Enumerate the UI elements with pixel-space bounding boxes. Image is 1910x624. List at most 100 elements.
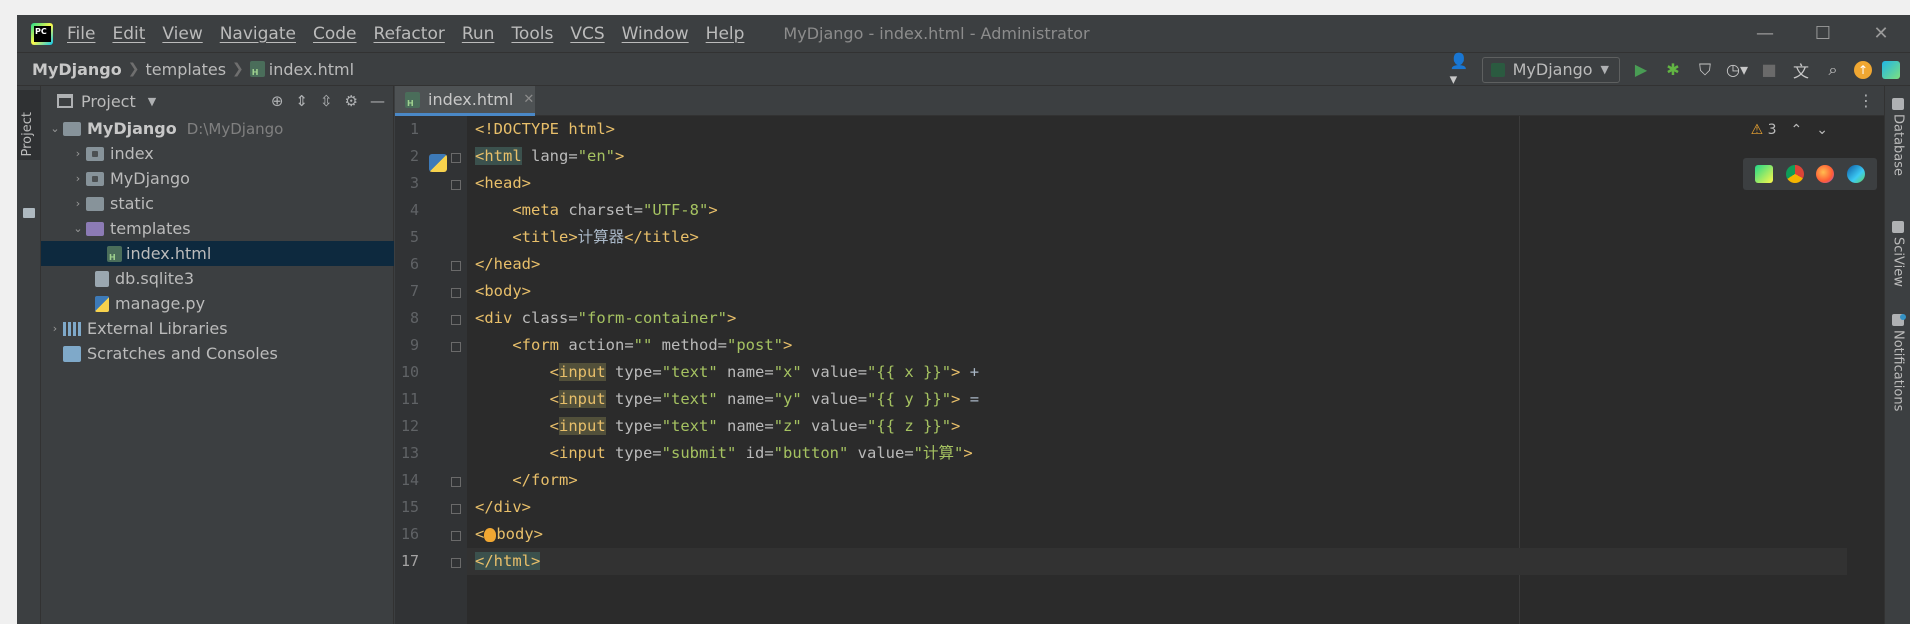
code-line-1[interactable]: <!DOCTYPE html> xyxy=(467,116,1847,143)
previous-highlight-icon[interactable]: ⌃ xyxy=(1791,122,1803,138)
code-line-9[interactable]: <form action="" method="post"> xyxy=(467,332,1847,359)
code-line-13[interactable]: <input type="submit" id="button" value="… xyxy=(467,440,1847,467)
chevron-right-icon[interactable]: › xyxy=(70,197,86,210)
tree-item-mydjango[interactable]: › MyDjango xyxy=(41,166,394,191)
fold-marker-icon[interactable] xyxy=(451,153,461,163)
tree-item-static[interactable]: › static xyxy=(41,191,394,216)
translate-icon[interactable]: 文 xyxy=(1790,59,1812,81)
tree-item-label: External Libraries xyxy=(87,319,228,338)
chrome-icon[interactable] xyxy=(1785,165,1804,183)
fold-marker-icon[interactable] xyxy=(451,180,461,190)
locate-icon[interactable]: ⊕ xyxy=(271,92,284,110)
gear-icon[interactable]: ⚙ xyxy=(345,92,358,110)
tree-item-manage[interactable]: manage.py xyxy=(41,291,394,316)
tree-item-label: db.sqlite3 xyxy=(115,269,195,288)
user-icon[interactable]: 👤▾ xyxy=(1450,52,1472,88)
next-highlight-icon[interactable]: ⌄ xyxy=(1816,122,1828,138)
profile-icon[interactable]: ◷▾ xyxy=(1726,59,1748,81)
warning-counter[interactable]: ⚠ 3 xyxy=(1751,122,1777,138)
tree-item-db[interactable]: db.sqlite3 xyxy=(41,266,394,291)
fold-marker-icon[interactable] xyxy=(451,261,461,271)
database-tool-tab[interactable]: Database xyxy=(1885,98,1910,176)
fold-marker-icon[interactable] xyxy=(451,558,461,568)
code-line-2[interactable]: <html lang="en"> xyxy=(467,143,1847,170)
menu-refactor[interactable]: Refactor xyxy=(374,24,445,44)
fold-marker-icon[interactable] xyxy=(451,531,461,541)
fold-marker-icon[interactable] xyxy=(451,342,461,352)
hide-icon[interactable]: — xyxy=(370,92,385,110)
intention-bulb-icon[interactable] xyxy=(484,527,497,542)
collapse-all-icon[interactable]: ⇳ xyxy=(320,92,333,110)
window-title: MyDjango - index.html - Administrator xyxy=(783,24,1090,43)
code-line-15[interactable]: </div> xyxy=(467,494,1847,521)
menu-edit[interactable]: Edit xyxy=(112,24,145,44)
code-line-7[interactable]: <body> xyxy=(467,278,1847,305)
update-icon[interactable]: ↑ xyxy=(1854,60,1872,79)
chevron-down-icon[interactable]: ⌄ xyxy=(70,222,86,235)
breadcrumb-project[interactable]: MyDjango xyxy=(32,60,122,79)
tree-item-root[interactable]: ⌄ MyDjango D:\MyDjango xyxy=(41,116,394,141)
code-line-14[interactable]: </form> xyxy=(467,467,1847,494)
tree-item-index[interactable]: › index xyxy=(41,141,394,166)
fold-marker-icon[interactable] xyxy=(451,315,461,325)
code-area[interactable]: <!DOCTYPE html> <html lang="en"> <head> … xyxy=(467,116,1884,624)
code-line-4[interactable]: <meta charset="UTF-8"> xyxy=(467,197,1847,224)
coverage-icon[interactable]: ⛉ xyxy=(1694,59,1716,81)
expand-all-icon[interactable]: ⇕ xyxy=(295,92,308,110)
close-icon[interactable]: ✕ xyxy=(523,92,534,107)
breadcrumb-file[interactable]: index.html xyxy=(249,60,354,79)
tree-item-templates[interactable]: ⌄ templates xyxy=(41,216,394,241)
breadcrumb-templates[interactable]: templates xyxy=(145,60,226,79)
menu-file[interactable]: File xyxy=(67,24,95,44)
project-tool-tab[interactable]: Project xyxy=(17,90,41,160)
maximize-button[interactable]: ☐ xyxy=(1794,15,1852,52)
edge-icon[interactable] xyxy=(1846,165,1865,183)
editor-tab-index-html[interactable]: index.html ✕ xyxy=(395,86,535,116)
notifications-tool-tab[interactable]: Notifications xyxy=(1885,314,1910,411)
project-panel-tools: ⊕ ⇕ ⇳ ⚙ — xyxy=(271,86,385,116)
chevron-right-icon[interactable]: › xyxy=(70,147,86,160)
fold-marker-icon[interactable] xyxy=(451,288,461,298)
chevron-down-icon[interactable]: ⌄ xyxy=(47,122,63,135)
close-button[interactable]: ✕ xyxy=(1852,15,1910,52)
inspection-widget[interactable]: ⚠ 3 ⌃ ⌄ xyxy=(1751,122,1828,138)
code-line-17[interactable]: </html> xyxy=(467,548,1847,575)
fold-marker-icon[interactable] xyxy=(451,477,461,487)
ai-assistant-icon[interactable] xyxy=(1882,60,1900,79)
tree-item-external-libraries[interactable]: › External Libraries xyxy=(41,316,394,341)
menu-tools[interactable]: Tools xyxy=(511,24,553,44)
menu-help[interactable]: Help xyxy=(706,24,745,44)
menu-vcs[interactable]: VCS xyxy=(570,24,604,44)
project-panel-title[interactable]: Project xyxy=(81,92,136,111)
menu-run[interactable]: Run xyxy=(462,24,495,44)
tree-item-index-html[interactable]: index.html xyxy=(41,241,394,266)
firefox-icon[interactable] xyxy=(1816,165,1835,183)
menu-code[interactable]: Code xyxy=(313,24,357,44)
chevron-right-icon[interactable]: › xyxy=(70,172,86,185)
code-line-10[interactable]: <input type="text" name="x" value="{{ x … xyxy=(467,359,1847,386)
stop-icon[interactable]: ■ xyxy=(1758,59,1780,81)
chevron-down-icon[interactable]: ▼ xyxy=(148,95,156,108)
menu-view[interactable]: View xyxy=(162,24,202,44)
fold-marker-icon[interactable] xyxy=(451,504,461,514)
tree-item-scratches[interactable]: Scratches and Consoles xyxy=(41,341,394,366)
pycharm-logo-icon[interactable] xyxy=(31,22,53,45)
debug-icon[interactable]: ✱ xyxy=(1662,59,1684,81)
code-line-11[interactable]: <input type="text" name="y" value="{{ y … xyxy=(467,386,1847,413)
code-line-5[interactable]: <title>计算器</title> xyxy=(467,224,1847,251)
menu-window[interactable]: Window xyxy=(622,24,689,44)
run-configuration-select[interactable]: MyDjango ▼ xyxy=(1481,56,1620,83)
pycharm-icon[interactable] xyxy=(1755,165,1774,183)
menu-navigate[interactable]: Navigate xyxy=(220,24,296,44)
search-icon[interactable]: ⌕ xyxy=(1822,59,1844,81)
code-line-12[interactable]: <input type="text" name="z" value="{{ z … xyxy=(467,413,1847,440)
more-vertical-icon[interactable]: ⋮ xyxy=(1858,91,1874,110)
code-line-16[interactable]: < body> xyxy=(467,521,1847,548)
chevron-right-icon[interactable]: › xyxy=(47,322,63,335)
run-icon[interactable]: ▶ xyxy=(1630,59,1652,81)
minimize-button[interactable]: — xyxy=(1736,15,1794,52)
code-line-8[interactable]: <div class="form-container"> xyxy=(467,305,1847,332)
code-line-6[interactable]: </head> xyxy=(467,251,1847,278)
code-line-3[interactable]: <head> xyxy=(467,170,1847,197)
sciview-tool-tab[interactable]: SciView xyxy=(1885,221,1910,287)
